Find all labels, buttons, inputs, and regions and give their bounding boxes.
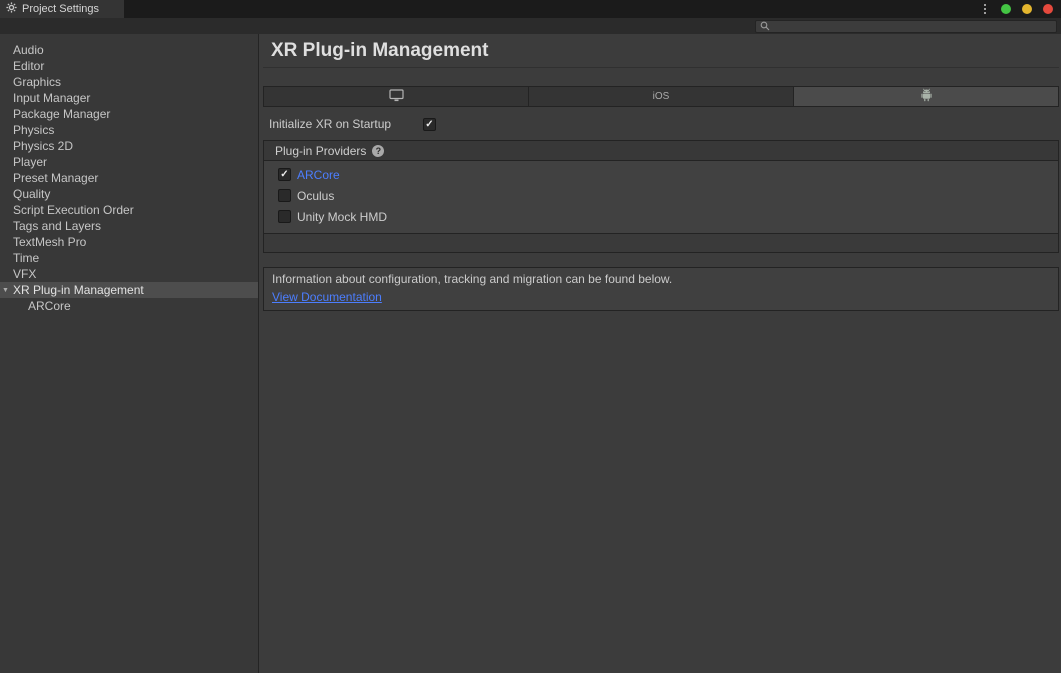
info-box: Information about configuration, trackin… [263, 267, 1059, 311]
sidebar-item-physics-2d[interactable]: Physics 2D [0, 138, 258, 154]
provider-row-oculus: Oculus [264, 185, 1058, 206]
sidebar-item-textmesh-pro[interactable]: TextMesh Pro [0, 234, 258, 250]
plugin-providers-box: Plug-in Providers ? ✓ ARCore Oculus Unit… [263, 140, 1059, 253]
unity-mock-hmd-checkbox[interactable] [278, 210, 291, 223]
toolbar [0, 18, 1061, 34]
project-settings-window: Project Settings Audio Editor Graphics [0, 0, 1061, 673]
sidebar-item-player[interactable]: Player [0, 154, 258, 170]
search-icon [760, 18, 770, 36]
sidebar-item-script-execution-order[interactable]: Script Execution Order [0, 202, 258, 218]
search-input[interactable] [770, 21, 1052, 32]
plugin-providers-title: Plug-in Providers [275, 144, 366, 158]
sidebar-item-audio[interactable]: Audio [0, 42, 258, 58]
oculus-checkbox[interactable] [278, 189, 291, 202]
platform-tabstrip: iOS [263, 86, 1059, 107]
tab-ios[interactable]: iOS [529, 87, 794, 106]
provider-row-unity-mock-hmd: Unity Mock HMD [264, 206, 1058, 227]
sidebar-item-graphics[interactable]: Graphics [0, 74, 258, 90]
sidebar-item-label: XR Plug-in Management [13, 283, 144, 297]
provider-label: Unity Mock HMD [297, 210, 387, 224]
sidebar-item-physics[interactable]: Physics [0, 122, 258, 138]
window-tab-label: Project Settings [22, 3, 99, 15]
settings-sidebar: Audio Editor Graphics Input Manager Pack… [0, 34, 259, 673]
sidebar-item-package-manager[interactable]: Package Manager [0, 106, 258, 122]
provider-label: Oculus [297, 189, 334, 203]
sidebar-item-vfx[interactable]: VFX [0, 266, 258, 282]
view-documentation-link[interactable]: View Documentation [272, 290, 382, 304]
plugin-providers-list: ✓ ARCore Oculus Unity Mock HMD [264, 161, 1058, 234]
sidebar-item-preset-manager[interactable]: Preset Manager [0, 170, 258, 186]
xr-plugin-management-panel: XR Plug-in Management iOS [260, 34, 1061, 673]
android-icon [920, 88, 933, 105]
sidebar-item-time[interactable]: Time [0, 250, 258, 266]
initialize-xr-checkbox[interactable]: ✓ [423, 118, 436, 131]
monitor-icon [389, 89, 404, 105]
tab-android[interactable] [794, 87, 1058, 106]
window-button-green[interactable] [1001, 4, 1011, 14]
arcore-checkbox[interactable]: ✓ [278, 168, 291, 181]
sidebar-item-tags-and-layers[interactable]: Tags and Layers [0, 218, 258, 234]
provider-label: ARCore [297, 168, 340, 182]
initialize-xr-label: Initialize XR on Startup [269, 117, 423, 131]
gear-icon [6, 0, 17, 18]
info-text: Information about configuration, trackin… [272, 272, 1050, 286]
window-button-red[interactable] [1043, 4, 1053, 14]
sidebar-item-xr-plugin-management[interactable]: ▼ XR Plug-in Management [0, 282, 258, 298]
sidebar-item-quality[interactable]: Quality [0, 186, 258, 202]
plugin-providers-header: Plug-in Providers ? [264, 141, 1058, 161]
title-separator [263, 67, 1059, 68]
provider-row-arcore: ✓ ARCore [264, 164, 1058, 185]
sidebar-item-arcore[interactable]: ARCore [0, 298, 258, 314]
titlebar: Project Settings [0, 0, 1061, 18]
sidebar-item-list: Audio Editor Graphics Input Manager Pack… [0, 42, 258, 314]
search-field[interactable] [755, 20, 1057, 33]
foldout-arrow-icon[interactable]: ▼ [2, 283, 9, 299]
help-icon[interactable]: ? [372, 145, 384, 157]
page-title: XR Plug-in Management [271, 40, 488, 62]
window-button-yellow[interactable] [1022, 4, 1032, 14]
tab-ios-label: iOS [653, 91, 670, 102]
menu-dots-icon[interactable] [984, 4, 986, 14]
sidebar-item-editor[interactable]: Editor [0, 58, 258, 74]
window-tab-project-settings[interactable]: Project Settings [0, 0, 124, 18]
tab-desktop[interactable] [264, 87, 529, 106]
sidebar-item-input-manager[interactable]: Input Manager [0, 90, 258, 106]
initialize-xr-row: Initialize XR on Startup ✓ [269, 116, 436, 132]
window-controls [984, 0, 1053, 18]
